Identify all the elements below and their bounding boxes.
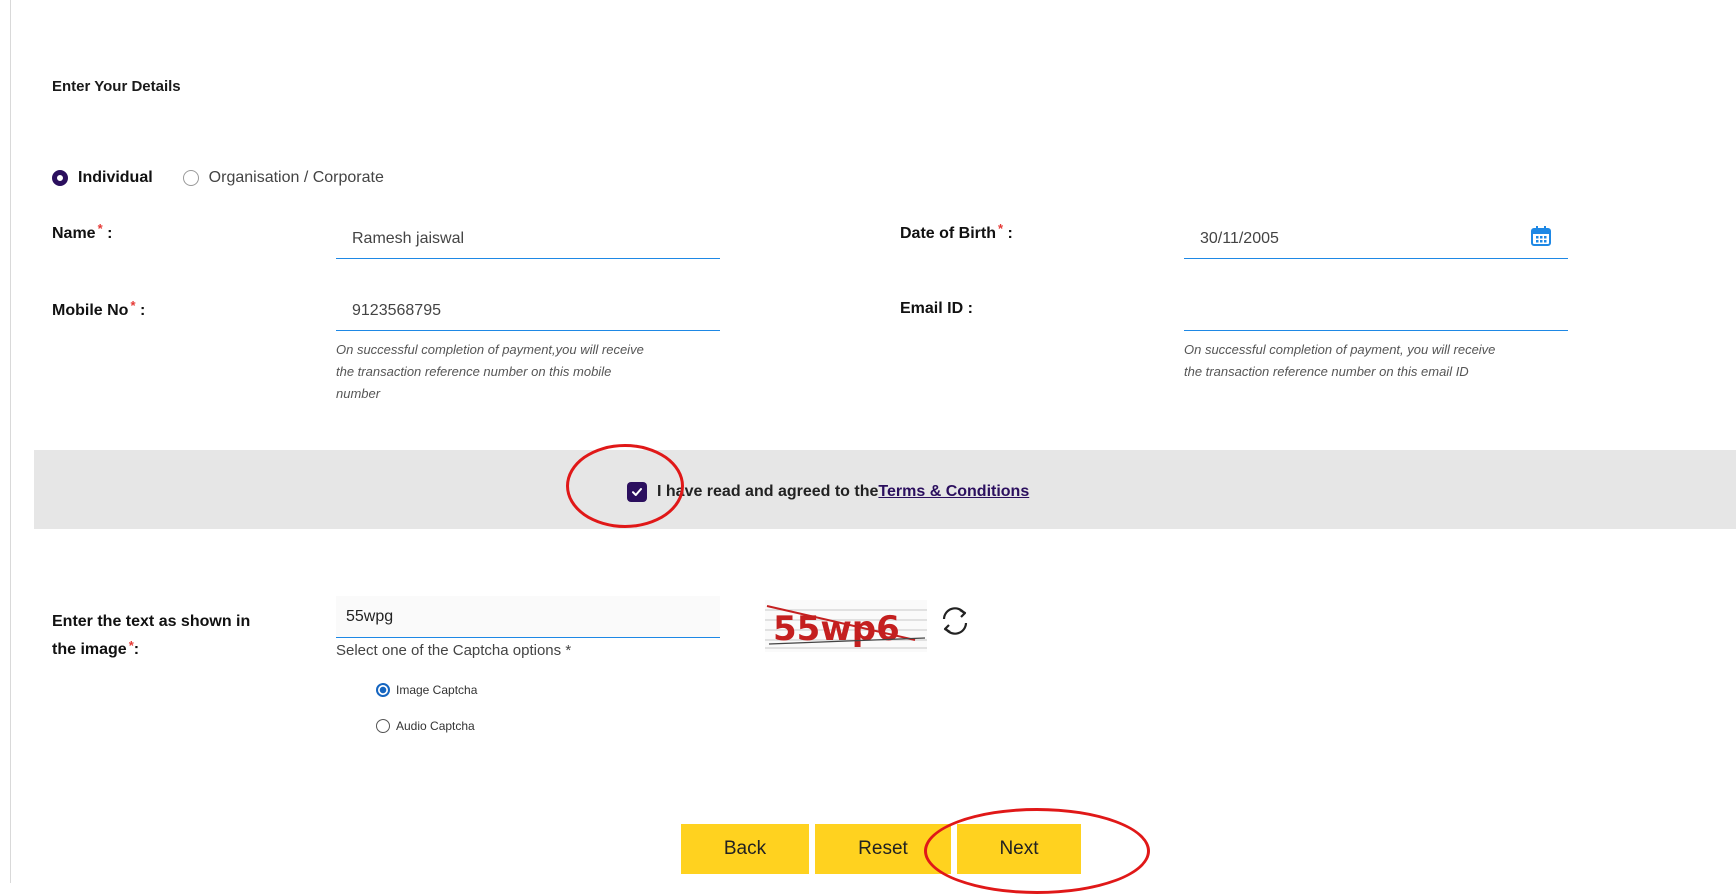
reset-button[interactable]: Reset: [815, 824, 951, 874]
page-left-border: [10, 0, 11, 883]
email-hint: On successful completion of payment, you…: [1184, 342, 1496, 379]
calendar-icon[interactable]: [1530, 225, 1552, 247]
radio-audio-captcha[interactable]: [376, 719, 390, 733]
terms-text: I have read and agreed to the: [657, 483, 879, 500]
applicant-type-group: Individual Organisation / Corporate: [52, 166, 384, 190]
terms-checkbox[interactable]: [627, 482, 647, 502]
name-input[interactable]: [336, 219, 720, 259]
captcha-option-image[interactable]: Image Captcha: [376, 680, 477, 700]
section-title: Enter Your Details: [52, 78, 181, 95]
name-label: Name * :: [52, 221, 113, 242]
radio-individual-label[interactable]: Individual: [78, 169, 153, 187]
terms-link[interactable]: Terms & Conditions: [878, 483, 1029, 501]
email-label: Email ID :: [900, 300, 973, 317]
back-button[interactable]: Back: [681, 824, 809, 874]
radio-image-captcha[interactable]: [376, 683, 390, 697]
captcha-label: Enter the text as shown in the image *:: [52, 613, 251, 658]
terms-row: I have read and agreed to the Terms & Co…: [627, 480, 1029, 504]
mobile-label: Mobile No * :: [52, 298, 146, 319]
mobile-hint: On successful completion of payment,you …: [336, 342, 644, 401]
dob-input[interactable]: [1184, 219, 1568, 259]
dob-label: Date of Birth * :: [900, 221, 1013, 242]
checkmark-icon: [632, 488, 642, 496]
captcha-options-prompt: Select one of the Captcha options *: [336, 642, 572, 659]
radio-individual[interactable]: [52, 170, 68, 186]
captcha-input[interactable]: [336, 596, 720, 638]
captcha-option-audio[interactable]: Audio Captcha: [376, 716, 475, 736]
radio-organisation[interactable]: [182, 170, 199, 186]
captcha-image: 55wp6: [765, 600, 927, 652]
next-button[interactable]: Next: [957, 824, 1081, 874]
refresh-icon[interactable]: [936, 602, 974, 640]
email-input[interactable]: [1184, 291, 1568, 331]
radio-organisation-label[interactable]: Organisation / Corporate: [209, 169, 384, 187]
mobile-input[interactable]: [336, 291, 720, 331]
